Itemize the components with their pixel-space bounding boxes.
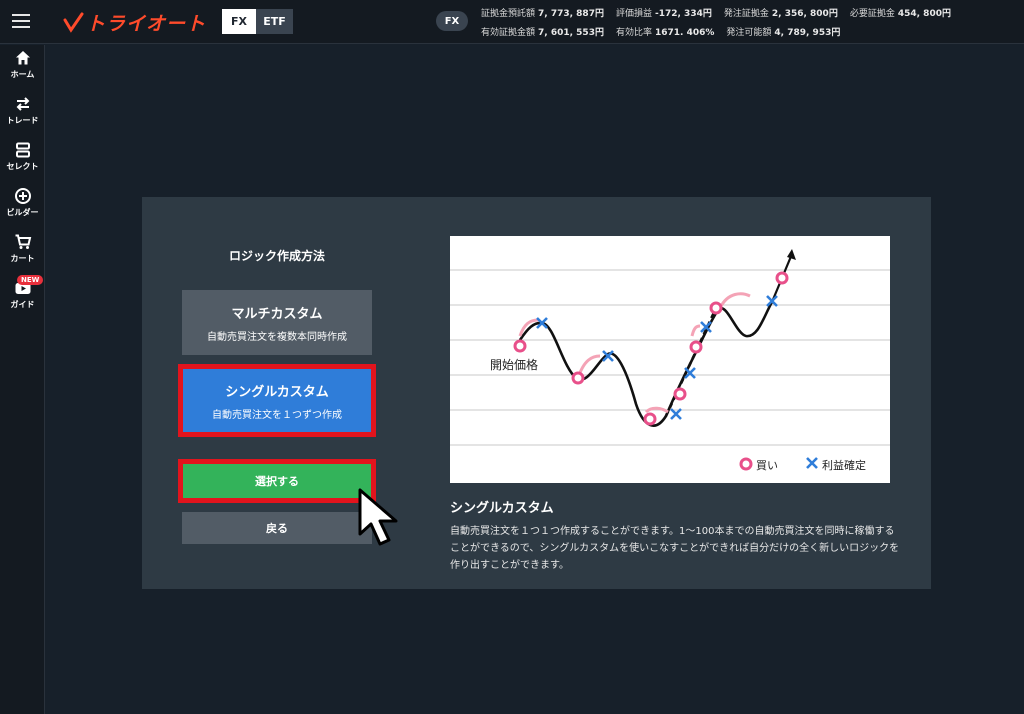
arrow-head-icon — [787, 249, 796, 260]
select-icon — [15, 142, 30, 158]
sidebar-item-trade[interactable]: トレード — [0, 95, 45, 135]
stat-deposit: 証拠金預託額 7, 773, 887円 — [481, 9, 604, 19]
single-custom-illustration: 開始価格 買い 利益確定 — [450, 236, 890, 483]
legend-profit-icon — [806, 457, 818, 469]
logo-text: トライオート — [86, 12, 207, 35]
profit-markers — [536, 295, 778, 420]
logic-method-dialog: ロジック作成方法 マルチカスタム 自動売買注文を複数本同時作成 シングルカスタム… — [142, 197, 931, 589]
stat-effective-ratio: 有効比率 1671. 406% — [615, 28, 715, 38]
logo-check-icon — [63, 12, 84, 33]
select-button[interactable]: 選択する — [178, 459, 376, 503]
description-body: 自動売買注文を１つ１つ作成することができます。1～100本までの自動売買注文を同… — [450, 526, 900, 571]
single-custom-subtitle: 自動売買注文を１つずつ作成 — [212, 409, 342, 421]
legend-buy-label: 買い — [756, 459, 778, 472]
market-pill[interactable]: FX — [436, 11, 468, 31]
multi-custom-option[interactable]: マルチカスタム 自動売買注文を複数本同時作成 — [182, 290, 372, 355]
description-title: シングルカスタム — [450, 501, 554, 516]
stat-pnl: 評価損益 -172, 334円 — [615, 9, 712, 19]
stat-available: 発注可能額 4, 789, 953円 — [726, 28, 841, 38]
menu-icon[interactable] — [12, 14, 30, 28]
stat-order-margin: 発注証拠金 2, 356, 800円 — [723, 9, 838, 19]
price-line — [518, 301, 774, 427]
dialog-title: ロジック作成方法 — [228, 249, 325, 263]
tab-fx[interactable]: FX — [222, 9, 256, 34]
multi-custom-subtitle: 自動売買注文を複数本同時作成 — [207, 331, 347, 343]
top-bar: トライオート FX ETF FX 証拠金預託額 7, 773, 887円 評価損益… — [0, 0, 1024, 44]
sidebar-item-builder[interactable]: ビルダー — [0, 187, 45, 227]
cart-icon — [15, 234, 31, 249]
stat-required-margin: 必要証拠金 454, 800円 — [849, 9, 951, 19]
legend-buy-icon — [739, 457, 753, 471]
single-custom-option[interactable]: シングルカスタム 自動売買注文を１つずつ作成 — [178, 364, 376, 437]
new-badge: NEW — [17, 275, 44, 285]
sidebar: ホーム トレード セレクト ビルダー カート NEW ガイド — [0, 45, 45, 714]
mouse-pointer-icon — [358, 488, 398, 546]
home-icon — [15, 51, 30, 65]
builder-icon — [14, 188, 31, 204]
single-custom-title: シングルカスタム — [225, 384, 329, 400]
illustration-svg: 開始価格 買い 利益確定 — [450, 249, 890, 472]
sidebar-item-select[interactable]: セレクト — [0, 141, 45, 181]
back-button[interactable]: 戻る — [182, 512, 372, 544]
product-tabs: FX ETF — [222, 9, 293, 34]
sidebar-item-home[interactable]: ホーム — [0, 49, 45, 89]
sidebar-item-cart[interactable]: カート — [0, 233, 45, 273]
account-stats: 証拠金預託額 7, 773, 887円 評価損益 -172, 334円 発注証拠金 2… — [481, 3, 963, 41]
app-logo[interactable]: トライオート — [62, 8, 206, 36]
legend-profit-label: 利益確定 — [822, 458, 866, 472]
sidebar-item-guide[interactable]: NEW ガイド — [0, 275, 45, 319]
trade-icon — [16, 97, 29, 111]
multi-custom-title: マルチカスタム — [231, 306, 323, 322]
stat-effective-margin: 有効証拠金額 7, 601, 553円 — [481, 28, 604, 38]
start-price-label: 開始価格 — [490, 357, 538, 372]
tab-etf[interactable]: ETF — [256, 9, 293, 34]
